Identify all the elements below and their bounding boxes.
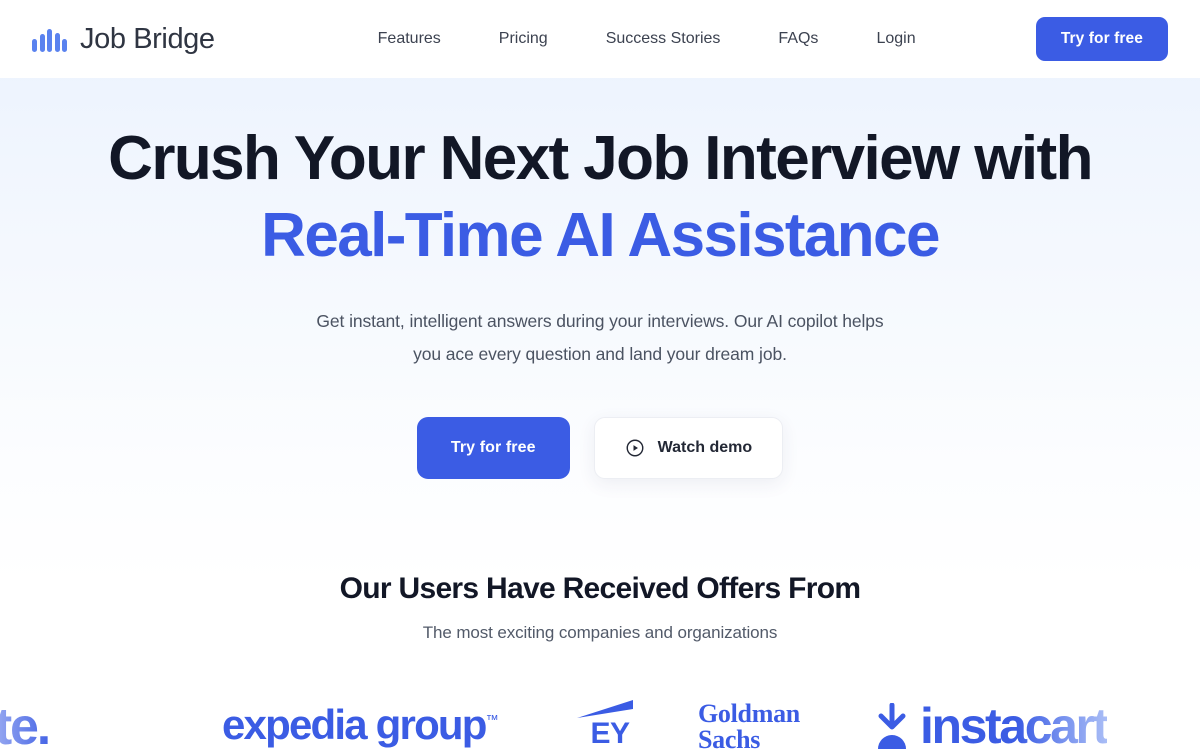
nav-link-pricing[interactable]: Pricing: [499, 22, 548, 56]
instacart-text: instacart: [920, 697, 1109, 750]
goldman-sachs-wordmark: Goldman Sachs: [698, 698, 800, 750]
deloitte-wordmark: oitte.: [0, 697, 51, 750]
brand-name: Job Bridge: [80, 22, 215, 55]
ey-logo: EY: [575, 699, 645, 750]
company-logo-strip: oitte. expedia group™ EY Goldman Sachs: [0, 691, 1200, 750]
expedia-trademark-icon: ™: [485, 711, 499, 727]
nav-link-faqs[interactable]: FAQs: [778, 22, 818, 56]
bar-chart-logo-icon: [32, 26, 67, 52]
social-proof-title: Our Users Have Received Offers From: [339, 571, 861, 605]
ey-text: EY: [590, 716, 630, 750]
nav-link-success-stories[interactable]: Success Stories: [606, 22, 721, 56]
hero-subtitle-line-2: you ace every question and land your dre…: [413, 344, 787, 365]
goldman-sachs-line-2: Sachs: [698, 725, 761, 750]
hero-title-line-2-accent: Real-Time AI Assistance: [261, 200, 940, 270]
site-header: Job Bridge Features Pricing Success Stor…: [0, 0, 1200, 78]
hero-title-line-1: Crush Your Next Job Interview with: [108, 124, 1093, 193]
landing-page: Job Bridge Features Pricing Success Stor…: [0, 0, 1200, 750]
play-circle-icon: [625, 438, 645, 458]
watch-demo-button[interactable]: Watch demo: [593, 416, 784, 479]
goldman-sachs-line-1: Goldman: [698, 698, 800, 728]
hero-subtitle-line-1: Get instant, intelligent answers during …: [316, 310, 884, 331]
instacart-carrot-icon: [878, 702, 906, 749]
watch-demo-label: Watch demo: [657, 438, 753, 456]
expedia-group-wordmark: expedia group™: [222, 701, 499, 749]
expedia-group-text: expedia group: [222, 700, 487, 748]
brand-logo[interactable]: Job Bridge: [32, 23, 215, 56]
nav-link-login[interactable]: Login: [876, 22, 915, 56]
hero-try-for-free-button[interactable]: Try for free: [416, 416, 570, 479]
nav-link-features[interactable]: Features: [378, 22, 441, 56]
primary-navigation: Features Pricing Success Stories FAQs Lo…: [378, 22, 916, 56]
hero-actions: Try for free Watch demo: [0, 416, 1200, 479]
hero-subtitle: Get instant, intelligent answers during …: [260, 305, 940, 372]
header-try-for-free-button[interactable]: Try for free: [1035, 17, 1168, 61]
social-proof-subtitle: The most exciting companies and organiza…: [422, 622, 778, 642]
social-proof-section: Our Users Have Received Offers From The …: [0, 572, 1200, 750]
instacart-logo: instacart: [872, 697, 1109, 750]
hero-section: Crush Your Next Job Interview with Real-…: [0, 78, 1200, 479]
page-title: Crush Your Next Job Interview with Real-…: [0, 121, 1200, 275]
